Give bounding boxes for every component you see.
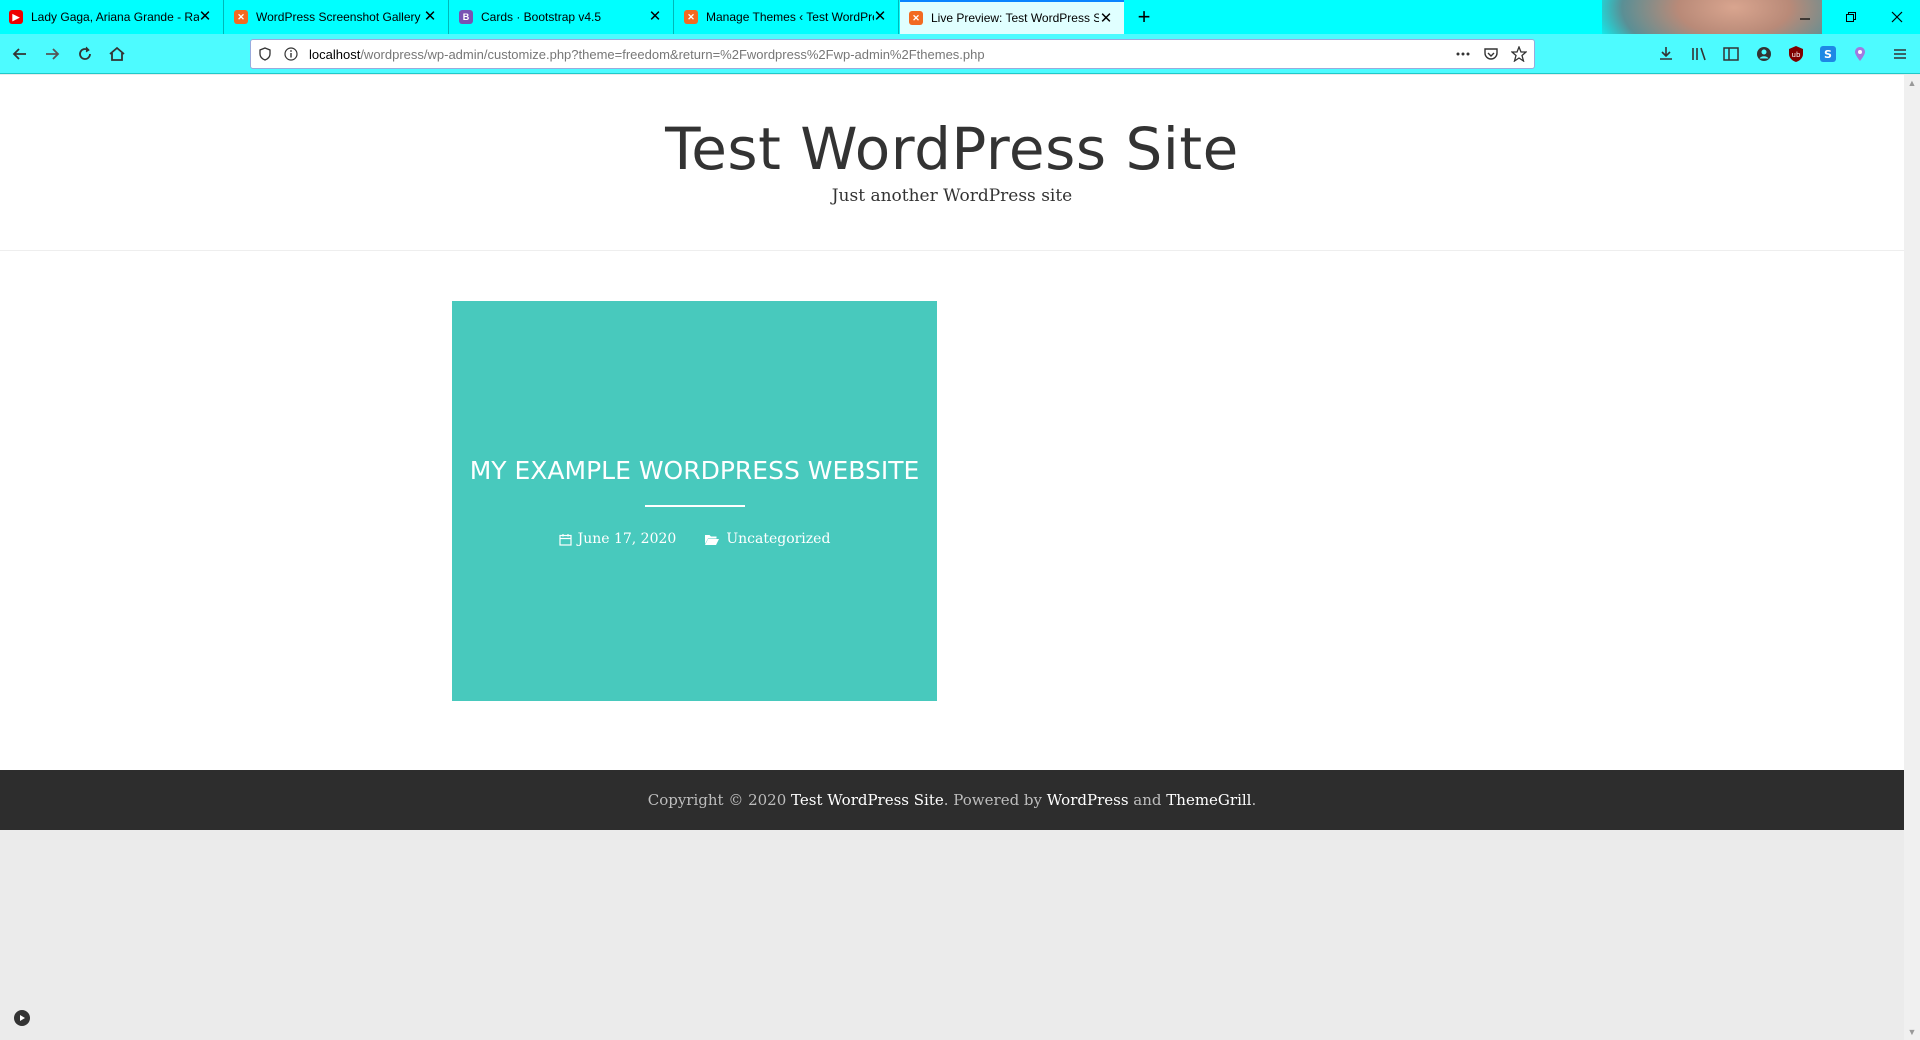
footer-themegrill-link[interactable]: ThemeGrill (1166, 791, 1251, 809)
menu-icon[interactable] (1890, 44, 1910, 64)
youtube-icon: ▶ (9, 10, 23, 24)
minimize-icon (1800, 18, 1810, 20)
footer-site-link[interactable]: Test WordPress Site (791, 791, 944, 809)
vertical-scrollbar[interactable]: ▲ ▼ (1904, 75, 1920, 1040)
footer-and-text: and (1128, 791, 1167, 809)
xampp-icon: ✕ (234, 10, 248, 24)
post-category-text: Uncategorized (726, 531, 831, 547)
xampp-icon: ✕ (909, 11, 923, 25)
footer-wordpress-link[interactable]: WordPress (1047, 791, 1129, 809)
extension-pin-icon[interactable] (1850, 44, 1870, 64)
tab-manage-themes[interactable]: ✕ Manage Themes ‹ Test WordPress Site ✕ (675, 0, 899, 34)
url-path: /wordpress/wp-admin/customize.php?theme=… (360, 47, 985, 62)
new-tab-button[interactable]: + (1131, 4, 1157, 30)
xampp-icon: ✕ (684, 10, 698, 24)
footer-powered-text: . Powered by (943, 791, 1047, 809)
close-tab-icon[interactable]: ✕ (422, 9, 438, 25)
tab-bootstrap-cards[interactable]: B Cards · Bootstrap v4.5 ✕ (450, 0, 674, 34)
url-text[interactable]: localhost/wordpress/wp-admin/customize.p… (309, 47, 985, 62)
downloads-icon[interactable] (1656, 44, 1676, 64)
scroll-down-icon[interactable]: ▼ (1907, 1027, 1917, 1037)
restore-icon (1846, 12, 1856, 22)
page-viewport: Test WordPress Site Just another WordPre… (0, 75, 1904, 1040)
reload-icon (79, 46, 91, 60)
post-meta: June 17, 2020 Uncategorized (452, 531, 937, 547)
tab-title: Lady Gaga, Ariana Grande - Rain On Me (31, 10, 199, 24)
close-tab-icon[interactable]: ✕ (1098, 11, 1114, 27)
reload-button[interactable] (71, 40, 99, 68)
close-icon (1891, 11, 1903, 23)
forward-arrow-icon (46, 48, 60, 60)
folder-open-icon (705, 534, 720, 545)
minimize-button[interactable] (1790, 5, 1820, 29)
site-header: Test WordPress Site Just another WordPre… (0, 75, 1904, 251)
tab-title: WordPress Screenshot Gallery (256, 10, 421, 24)
site-info-icon[interactable] (283, 46, 299, 62)
tab-strip: ▶ Lady Gaga, Ariana Grande - Rain On Me … (0, 0, 1920, 74)
address-bar[interactable]: localhost/wordpress/wp-admin/customize.p… (250, 39, 1535, 69)
bootstrap-icon: B (459, 10, 473, 24)
back-button[interactable] (6, 40, 34, 68)
site-title[interactable]: Test WordPress Site (0, 115, 1904, 183)
restore-button[interactable] (1836, 5, 1866, 29)
bookmark-star-icon[interactable] (1511, 46, 1527, 62)
library-icon[interactable] (1689, 44, 1709, 64)
back-arrow-icon (12, 48, 26, 60)
calendar-icon (558, 533, 572, 546)
tab-live-preview[interactable]: ✕ Live Preview: Test WordPress Site ✕ (900, 0, 1124, 34)
tab-youtube[interactable]: ▶ Lady Gaga, Ariana Grande - Rain On Me … (0, 0, 224, 34)
tab-title: Manage Themes ‹ Test WordPress Site (706, 10, 874, 24)
post-card[interactable]: MY EXAMPLE WORDPRESS WEBSITE June 17, 20… (452, 301, 937, 701)
close-window-button[interactable] (1882, 5, 1912, 29)
sidebar-icon[interactable] (1721, 44, 1741, 64)
close-tab-icon[interactable]: ✕ (647, 9, 663, 25)
main-content: MY EXAMPLE WORDPRESS WEBSITE June 17, 20… (0, 251, 1904, 770)
tab-title: Live Preview: Test WordPress Site (931, 11, 1099, 25)
close-tab-icon[interactable]: ✕ (872, 9, 888, 25)
play-icon (20, 1015, 25, 1021)
extension-s-icon[interactable]: S (1818, 44, 1838, 64)
navigation-toolbar: localhost/wordpress/wp-admin/customize.p… (0, 34, 1920, 74)
site-footer: Copyright © 2020 Test WordPress Site. Po… (0, 770, 1904, 830)
ublock-origin-icon[interactable]: ub (1786, 44, 1806, 64)
tracking-protection-icon[interactable] (257, 46, 273, 62)
site-description: Just another WordPress site (831, 186, 1073, 206)
post-category[interactable]: Uncategorized (704, 531, 830, 547)
forward-button[interactable] (38, 40, 66, 68)
close-tab-icon[interactable]: ✕ (197, 9, 213, 25)
tab-wordpress-gallery[interactable]: ✕ WordPress Screenshot Gallery ✕ (225, 0, 449, 34)
scroll-up-icon[interactable]: ▲ (1907, 78, 1917, 88)
tab-title: Cards · Bootstrap v4.5 (481, 10, 602, 24)
footer-copyright: Copyright © 2020 (647, 791, 792, 809)
footer-suffix: . (1251, 791, 1257, 809)
page-actions-icon[interactable] (1455, 46, 1471, 62)
svg-text:ub: ub (1792, 51, 1801, 59)
pocket-icon[interactable] (1483, 46, 1499, 62)
title-divider (645, 505, 745, 507)
post-title[interactable]: MY EXAMPLE WORDPRESS WEBSITE (452, 456, 937, 485)
media-play-button[interactable] (14, 1010, 30, 1026)
url-host: localhost (309, 47, 361, 62)
post-date[interactable]: June 17, 2020 (558, 531, 677, 547)
account-icon[interactable] (1754, 44, 1774, 64)
post-date-text: June 17, 2020 (577, 531, 677, 547)
home-button[interactable] (103, 40, 131, 68)
svg-text:S: S (1824, 48, 1832, 61)
home-icon (109, 46, 125, 61)
